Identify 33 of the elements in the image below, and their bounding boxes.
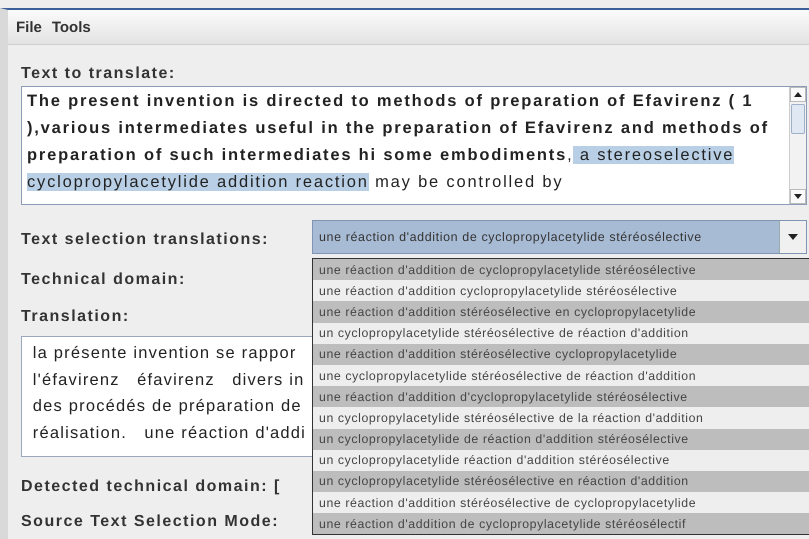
- dropdown-option[interactable]: une cyclopropylacetylide stéréosélective de réaction d'addition: [313, 364, 809, 386]
- dropdown-option[interactable]: une réaction d'addition d'cyclopropylacetylide stéréosélective: [313, 386, 809, 408]
- scrollbar-thumb[interactable]: [791, 104, 805, 134]
- down-arrow-icon: [794, 194, 802, 199]
- menu-item[interactable]: File: [16, 16, 42, 38]
- field-label: Text selection translations:: [21, 231, 269, 249]
- selection-mode-label: Source Text Selection Mode:: [21, 513, 280, 531]
- field-label: Text to translate:: [21, 65, 177, 83]
- source-text: The present invention is directed to methods of preparation of Efavirenz ( 1 ),various intermediates useful in the preparation of Efavirenz and methods of preparation of such intermediates hi some embodiments, a stereoselective cyclopropylacetylide addition reaction may be controlled by: [26, 91, 770, 193]
- translation-dropdown[interactable]: une réaction d'addition de cyclopropylacetylide stéréosélective: [312, 220, 807, 254]
- translation-line: des procédés de préparation de: [32, 397, 302, 415]
- dropdown-option[interactable]: une réaction d'addition stéréosélective en cyclopropylacetylide: [313, 301, 809, 323]
- dropdown-arrow-icon: [788, 234, 798, 240]
- translation-line: l'éfavirenz éfavirenz divers in: [32, 370, 304, 388]
- up-arrow-icon: [794, 92, 802, 97]
- translation-line: la présente invention se rappor: [32, 344, 297, 362]
- dropdown-option[interactable]: une réaction d'addition cyclopropylacetylide stéréosélective: [313, 280, 809, 302]
- dropdown-option[interactable]: un cyclopropylacetylide stéréosélective en réaction d'addition: [313, 470, 809, 492]
- dropdown-option[interactable]: une réaction d'addition stéréosélective de cyclopropylacetylide: [313, 492, 809, 514]
- dropdown-option[interactable]: un cyclopropylacetylide stéréosélective de réaction d'addition: [313, 322, 809, 344]
- field-label: Translation:: [21, 308, 130, 326]
- field-label: Technical domain:: [21, 271, 186, 289]
- dropdown-option[interactable]: un cyclopropylacetylide de réaction d'addition stéréosélective: [313, 428, 809, 450]
- dropdown-option[interactable]: une réaction d'addition de cyclopropylacetylide stéréosélectif: [313, 513, 809, 534]
- scrollbar[interactable]: [789, 87, 806, 204]
- menu-item[interactable]: Tools: [52, 16, 91, 38]
- dropdown-option[interactable]: une réaction d'addition stéréosélective cyclopropylacetylide: [313, 344, 809, 365]
- translation-line: réalisation. une réaction d'addi: [32, 424, 306, 442]
- source-text-area[interactable]: [21, 86, 807, 205]
- dropdown-option[interactable]: une réaction d'addition de cyclopropylacetylide stéréosélective: [313, 259, 809, 280]
- detected-domain-label: Detected technical domain: [: [21, 478, 281, 496]
- dropdown-option[interactable]: un cyclopropylacetylide stéréosélective de la réaction d'addition: [313, 407, 809, 428]
- dropdown-option[interactable]: un cyclopropylacetylide réaction d'addition stéréosélective: [313, 450, 809, 471]
